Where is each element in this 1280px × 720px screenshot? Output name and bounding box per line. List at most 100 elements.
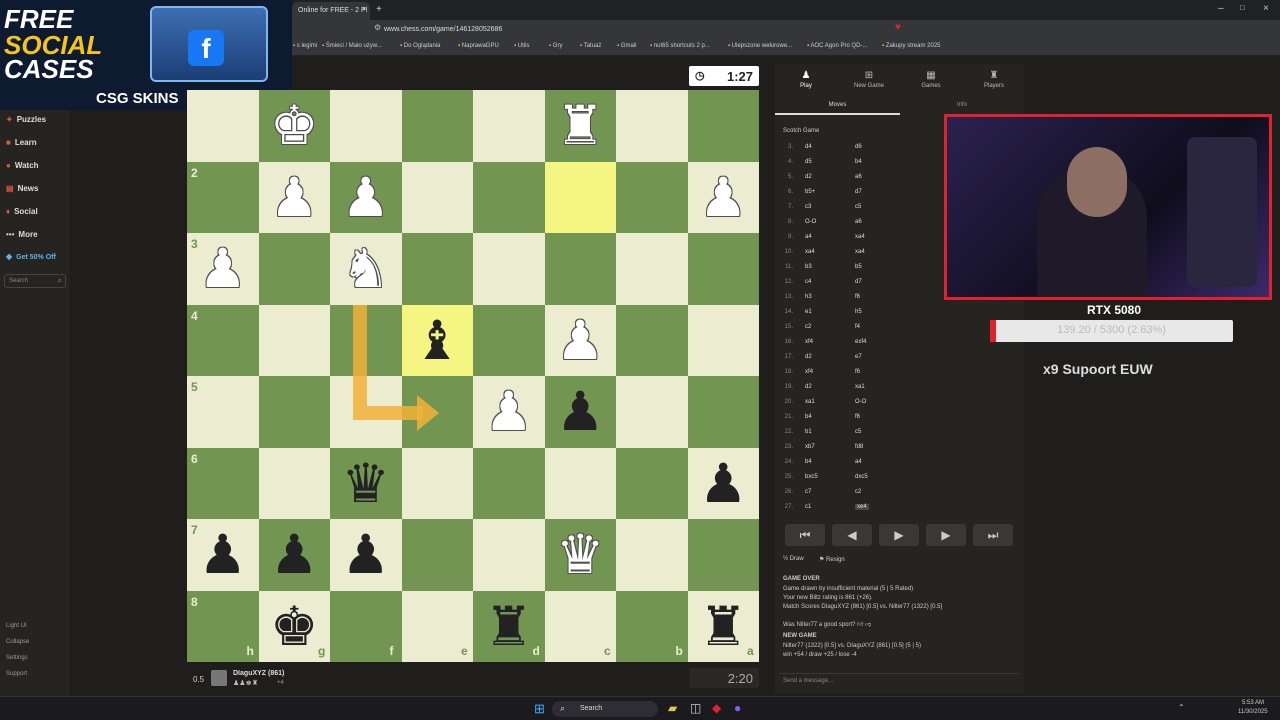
sidebar-item-watch[interactable]: ● Watch (6, 161, 39, 170)
move-row[interactable]: 26. c7 c2 (775, 489, 1015, 504)
move-row[interactable]: 19. d2 xa1 (775, 384, 1015, 399)
move-row[interactable]: 17. d2 e7 (775, 354, 1015, 369)
white-move[interactable]: bxc5 (805, 474, 818, 480)
chat-input[interactable]: Send a message... (779, 673, 1019, 687)
white-move[interactable]: xf4 (805, 369, 813, 375)
move-row[interactable]: 24. b4 a4 (775, 459, 1015, 474)
sidebar-settings[interactable]: Settings (6, 655, 28, 661)
black-move[interactable]: f4 (855, 324, 860, 330)
black-move[interactable]: dxc5 (855, 474, 868, 480)
black-move[interactable]: xe4 (855, 504, 869, 510)
white-move[interactable]: d4 (805, 144, 812, 150)
white-move[interactable]: xa4 (805, 249, 815, 255)
white-move[interactable]: c1 (805, 504, 811, 510)
sidebar-item-news[interactable]: ▤ News (6, 184, 38, 193)
white-move[interactable]: c4 (805, 279, 811, 285)
black-move[interactable]: exf4 (855, 339, 866, 345)
browser-icon[interactable]: ◆ (712, 701, 721, 715)
tray-icon[interactable]: ⌃ (1178, 703, 1185, 712)
tab-players[interactable]: ♜ Players (969, 70, 1019, 89)
white-move[interactable]: xa1 (805, 399, 815, 405)
black-move[interactable]: e7 (855, 354, 862, 360)
white-move[interactable]: O-O (805, 219, 816, 225)
bookmark-item[interactable]: Gry (549, 43, 563, 49)
clock-time[interactable]: 5:53 AM (1242, 700, 1264, 706)
black-move[interactable]: fd8 (855, 444, 863, 450)
player-name[interactable]: DIaguXYZ (861) (233, 670, 284, 677)
taskbar-search[interactable]: ⌕ Search (552, 701, 658, 717)
prev-move-button[interactable]: ◀ (832, 524, 872, 546)
move-row[interactable]: 14. e1 h5 (775, 309, 1015, 324)
subtab-moves[interactable]: Moves (775, 102, 900, 115)
app-icon[interactable]: ◫ (690, 701, 701, 715)
white-move[interactable]: d2 (805, 384, 812, 390)
white-move[interactable]: b5+ (805, 189, 815, 195)
white-move[interactable]: c2 (805, 324, 811, 330)
bookmark-item[interactable]: Zakupy stream 2025 (882, 43, 941, 49)
white-move[interactable]: b4 (805, 459, 812, 465)
black-move[interactable]: a4 (855, 459, 862, 465)
black-move[interactable]: xa4 (855, 234, 865, 240)
black-move[interactable]: c5 (855, 204, 861, 210)
draw-button[interactable]: ½ Draw (783, 556, 804, 562)
first-move-button[interactable]: ⏮ (785, 524, 825, 546)
sidebar-light-ui[interactable]: Light UI (6, 623, 27, 629)
bookmark-item[interactable]: NaprawaGPU (458, 43, 499, 49)
white-move[interactable]: xb7 (805, 444, 815, 450)
thumbs-up-icon[interactable]: 👍︎ (857, 622, 863, 628)
subtab-info[interactable]: Info (900, 102, 1024, 108)
extension-icon[interactable]: ♥ (895, 22, 901, 33)
start-icon[interactable]: ⊞ (534, 701, 545, 717)
move-row[interactable]: 20. xa1 O-O (775, 399, 1015, 414)
last-move-button[interactable]: ⏭ (973, 524, 1013, 546)
black-move[interactable]: d7 (855, 189, 862, 195)
bookmark-item[interactable]: Do Oglądania (400, 43, 441, 49)
black-move[interactable]: h5 (855, 309, 862, 315)
black-move[interactable]: a6 (855, 174, 862, 180)
black-move[interactable]: xa1 (855, 384, 865, 390)
white-move[interactable]: b3 (805, 264, 812, 270)
black-move[interactable]: b4 (855, 159, 862, 165)
sidebar-support[interactable]: Support (6, 671, 27, 677)
tab-play[interactable]: ♟ Play (781, 70, 831, 89)
minimize-icon[interactable]: – (1218, 3, 1224, 14)
thumbs-down-icon[interactable]: 👎︎ (865, 622, 871, 628)
white-move[interactable]: d5 (805, 159, 812, 165)
black-move[interactable]: b5 (855, 264, 862, 270)
site-info-icon[interactable]: ⚙ (374, 23, 381, 32)
white-move[interactable]: xf4 (805, 339, 813, 345)
tab-games[interactable]: ▦ Games (906, 70, 956, 89)
white-move[interactable]: d2 (805, 174, 812, 180)
new-tab-icon[interactable]: + (376, 4, 382, 15)
white-move[interactable]: d2 (805, 354, 812, 360)
black-move[interactable]: c2 (855, 489, 861, 495)
black-move[interactable]: O-O (855, 399, 866, 405)
browser-tab[interactable]: Online for FREE - 2 Pl × (292, 2, 370, 20)
white-move[interactable]: a4 (805, 234, 812, 240)
white-move[interactable]: b4 (805, 414, 812, 420)
move-row[interactable]: 16. xf4 exf4 (775, 339, 1015, 354)
black-move[interactable]: c5 (855, 429, 861, 435)
bookmark-item[interactable]: AOC Agon Pro QD-... (807, 43, 867, 49)
white-move[interactable]: e1 (805, 309, 812, 315)
bookmark-item[interactable]: Tatuaż (580, 43, 602, 49)
move-row[interactable]: 22. b1 c5 (775, 429, 1015, 444)
close-tab-icon[interactable]: × (362, 6, 366, 13)
sidebar-collapse[interactable]: Collapse (6, 639, 29, 645)
black-move[interactable]: f6 (855, 369, 860, 375)
black-move[interactable]: d7 (855, 279, 862, 285)
bookmark-item[interactable]: Śmieci / Mało używ... (322, 43, 382, 49)
bookmark-item[interactable]: nut65 shortcuts 2 p... (650, 43, 710, 49)
white-move[interactable]: c7 (805, 489, 811, 495)
sidebar-item-social[interactable]: ♦ Social (6, 207, 38, 216)
next-move-button[interactable]: ▶ (926, 524, 966, 546)
file-explorer-icon[interactable]: ▰ (668, 701, 677, 715)
move-row[interactable]: 23. xb7 fd8 (775, 444, 1015, 459)
white-move[interactable]: c3 (805, 204, 811, 210)
bookmark-item[interactable]: Gmail (617, 43, 637, 49)
maximize-icon[interactable]: □ (1240, 3, 1245, 12)
sidebar-item-more[interactable]: ••• More (6, 230, 38, 239)
clock-date[interactable]: 11/30/2025 (1238, 709, 1268, 715)
bookmark-item[interactable]: s legimi (293, 43, 317, 49)
black-move[interactable]: d6 (855, 144, 862, 150)
